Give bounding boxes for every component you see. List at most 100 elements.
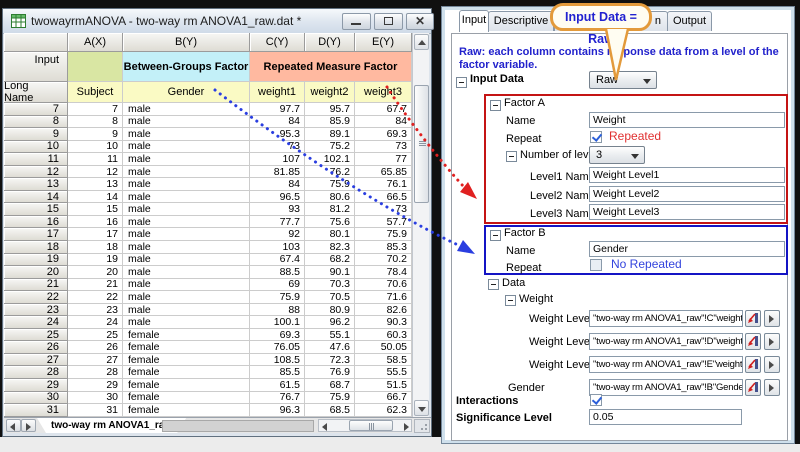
close-button[interactable]: ✕ xyxy=(406,13,434,30)
data-cell-weight2[interactable]: 70.5 xyxy=(305,291,355,304)
data-cell-weight2[interactable]: 80.9 xyxy=(305,304,355,317)
data-cell-weight2[interactable]: 76.2 xyxy=(305,166,355,179)
restore-button[interactable] xyxy=(374,13,403,30)
data-cell-weight3[interactable]: 85.3 xyxy=(355,241,412,254)
data-cell-subject[interactable]: 11 xyxy=(68,153,123,166)
data-cell-gender[interactable]: male xyxy=(123,203,250,216)
row-header-cell[interactable]: 29 xyxy=(4,379,68,392)
data-cell-weight1[interactable]: 67.4 xyxy=(250,254,305,267)
row-header-cell[interactable]: 26 xyxy=(4,341,68,354)
data-cell-weight1[interactable]: 69.3 xyxy=(250,329,305,342)
data-cell-weight3[interactable]: 71.6 xyxy=(355,291,412,304)
row-header-cell[interactable]: 15 xyxy=(4,203,68,216)
column-header-cell[interactable]: B(Y) xyxy=(123,33,250,52)
data-cell-gender[interactable]: female xyxy=(123,379,250,392)
data-cell-gender[interactable]: female xyxy=(123,366,250,379)
data-cell-gender[interactable]: male xyxy=(123,279,250,292)
data-cell-weight1[interactable]: 107 xyxy=(250,153,305,166)
minimize-button[interactable] xyxy=(342,13,371,30)
data-cell-weight3[interactable]: 51.5 xyxy=(355,379,412,392)
level-name-input[interactable]: Weight Level1 xyxy=(589,167,785,183)
resize-grip[interactable] xyxy=(414,419,430,433)
data-cell-gender[interactable]: male xyxy=(123,228,250,241)
horizontal-scrollbar[interactable] xyxy=(318,419,412,432)
data-cell-subject[interactable]: 22 xyxy=(68,291,123,304)
long-name-cell[interactable]: Subject xyxy=(68,82,123,103)
range-options-button[interactable] xyxy=(764,333,780,350)
data-cell-weight2[interactable]: 81.2 xyxy=(305,203,355,216)
data-cell-gender[interactable]: male xyxy=(123,116,250,129)
data-cell-weight1[interactable]: 100.1 xyxy=(250,316,305,329)
data-cell-gender[interactable]: male xyxy=(123,128,250,141)
data-cell-subject[interactable]: 26 xyxy=(68,341,123,354)
tab-scroll-right-button[interactable] xyxy=(21,419,36,432)
row-header-cell[interactable]: 16 xyxy=(4,216,68,229)
long-name-row-header[interactable]: Long Name xyxy=(4,82,68,103)
row-header-cell[interactable]: 19 xyxy=(4,254,68,267)
column-header-cell[interactable]: A(X) xyxy=(68,33,123,52)
vertical-scroll-thumb[interactable] xyxy=(414,85,429,203)
data-cell-weight2[interactable]: 96.2 xyxy=(305,316,355,329)
data-cell-subject[interactable]: 21 xyxy=(68,279,123,292)
data-cell-gender[interactable]: male xyxy=(123,141,250,154)
repeated-measure-factor-cell[interactable]: Repeated Measure Factor xyxy=(250,52,412,82)
factor-b-repeat-checkbox[interactable] xyxy=(590,259,602,271)
data-cell-weight3[interactable]: 90.3 xyxy=(355,316,412,329)
data-cell-weight1[interactable]: 96.3 xyxy=(250,404,305,417)
factor-a-name-input[interactable]: Weight xyxy=(589,112,785,128)
data-cell-weight3[interactable]: 73 xyxy=(355,141,412,154)
row-header-cell[interactable]: 10 xyxy=(4,141,68,154)
select-column-button[interactable] xyxy=(745,333,761,350)
row-header-cell[interactable]: 8 xyxy=(4,116,68,129)
scroll-down-button[interactable] xyxy=(414,400,429,416)
data-cell-weight2[interactable]: 75.2 xyxy=(305,141,355,154)
data-cell-weight3[interactable]: 58.5 xyxy=(355,354,412,367)
data-cell-gender[interactable]: male xyxy=(123,304,250,317)
data-cell-subject[interactable]: 25 xyxy=(68,329,123,342)
row-header-cell[interactable]: 14 xyxy=(4,191,68,204)
tab-scroll-left-button[interactable] xyxy=(6,419,21,432)
data-cell-subject[interactable]: 7 xyxy=(68,103,123,116)
data-cell-weight1[interactable]: 96.5 xyxy=(250,191,305,204)
data-cell-subject[interactable]: 28 xyxy=(68,366,123,379)
data-cell-weight1[interactable]: 81.85 xyxy=(250,166,305,179)
data-cell-weight1[interactable]: 93 xyxy=(250,203,305,216)
row-header-cell[interactable]: 31 xyxy=(4,404,68,417)
long-name-cell[interactable]: weight2 xyxy=(305,82,355,103)
data-cell-gender[interactable]: female xyxy=(123,329,250,342)
collapse-weight-icon[interactable] xyxy=(505,295,516,306)
range-options-button[interactable] xyxy=(764,310,780,327)
data-cell-weight3[interactable]: 82.6 xyxy=(355,304,412,317)
significance-level-input[interactable]: 0.05 xyxy=(589,409,742,425)
interactions-checkbox[interactable] xyxy=(590,394,602,406)
row-header-cell[interactable]: 13 xyxy=(4,178,68,191)
data-cell-weight1[interactable]: 88 xyxy=(250,304,305,317)
data-cell-weight3[interactable]: 73 xyxy=(355,203,412,216)
vertical-scrollbar[interactable] xyxy=(412,33,429,417)
data-cell-gender[interactable]: female xyxy=(123,341,250,354)
range-input[interactable]: "two-way rm ANOVA1_raw"!C"weight1" xyxy=(589,310,743,327)
data-cell-subject[interactable]: 31 xyxy=(68,404,123,417)
data-cell-subject[interactable]: 30 xyxy=(68,392,123,405)
data-cell-weight3[interactable]: 78.4 xyxy=(355,266,412,279)
data-cell-gender[interactable]: female xyxy=(123,404,250,417)
row-header-cell[interactable]: 9 xyxy=(4,128,68,141)
data-cell-weight2[interactable]: 90.1 xyxy=(305,266,355,279)
data-cell-gender[interactable]: female xyxy=(123,354,250,367)
data-cell-weight1[interactable]: 103 xyxy=(250,241,305,254)
row-header-cell[interactable]: 11 xyxy=(4,153,68,166)
level-name-input[interactable]: Weight Level3 xyxy=(589,204,785,220)
data-cell-subject[interactable]: 17 xyxy=(68,228,123,241)
select-column-button[interactable] xyxy=(745,356,761,373)
data-cell-weight1[interactable]: 97.7 xyxy=(250,103,305,116)
data-cell-weight3[interactable]: 60.3 xyxy=(355,329,412,342)
data-cell-gender[interactable]: male xyxy=(123,291,250,304)
data-cell-weight1[interactable]: 84 xyxy=(250,116,305,129)
data-cell-weight3[interactable]: 77 xyxy=(355,153,412,166)
corner-header-cell[interactable] xyxy=(4,33,68,52)
data-cell-gender[interactable]: male xyxy=(123,241,250,254)
data-cell-subject[interactable]: 16 xyxy=(68,216,123,229)
row-header-cell[interactable]: 24 xyxy=(4,316,68,329)
row-header-cell[interactable]: 21 xyxy=(4,279,68,292)
data-cell-weight2[interactable]: 75.9 xyxy=(305,392,355,405)
